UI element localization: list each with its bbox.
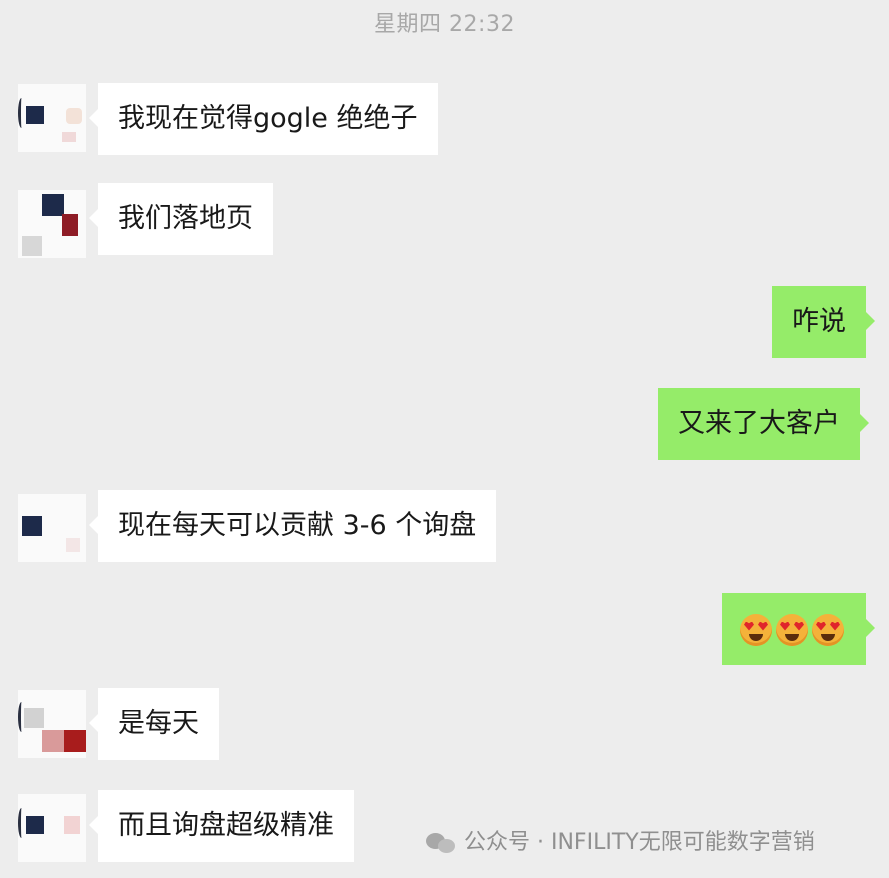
message-bubble[interactable] [722, 593, 875, 665]
contact-avatar[interactable] [18, 494, 86, 562]
chat-timestamp: 星期四 22:32 [374, 12, 515, 37]
message-bubble[interactable]: 现在每天可以贡献 3-6 个询盘 [88, 490, 497, 562]
contact-avatar[interactable] [18, 190, 86, 258]
message-bubble[interactable]: 咋说 [772, 286, 875, 358]
contact-avatar[interactable] [18, 84, 86, 152]
watermark-text: 公众号 · INFILITY无限可能数字营销 [464, 830, 815, 855]
contact-avatar[interactable] [18, 690, 86, 758]
message-bubble[interactable]: 而且询盘超级精准 [89, 790, 354, 862]
message-bubble[interactable]: 是每天 [89, 688, 219, 760]
heart-eyes-emoji [776, 613, 808, 646]
watermark: 公众号 · INFILITY无限可能数字营销 [426, 826, 815, 860]
message-bubble[interactable]: 又来了大客户 [658, 388, 869, 460]
heart-eyes-emoji [812, 613, 844, 646]
message-bubble[interactable]: 我现在觉得gogle 绝绝子 [89, 83, 438, 155]
message-bubble[interactable]: 我们落地页 [89, 183, 273, 255]
heart-eyes-emoji [740, 613, 772, 646]
contact-avatar[interactable] [18, 794, 86, 862]
wechat-icon [426, 831, 456, 855]
